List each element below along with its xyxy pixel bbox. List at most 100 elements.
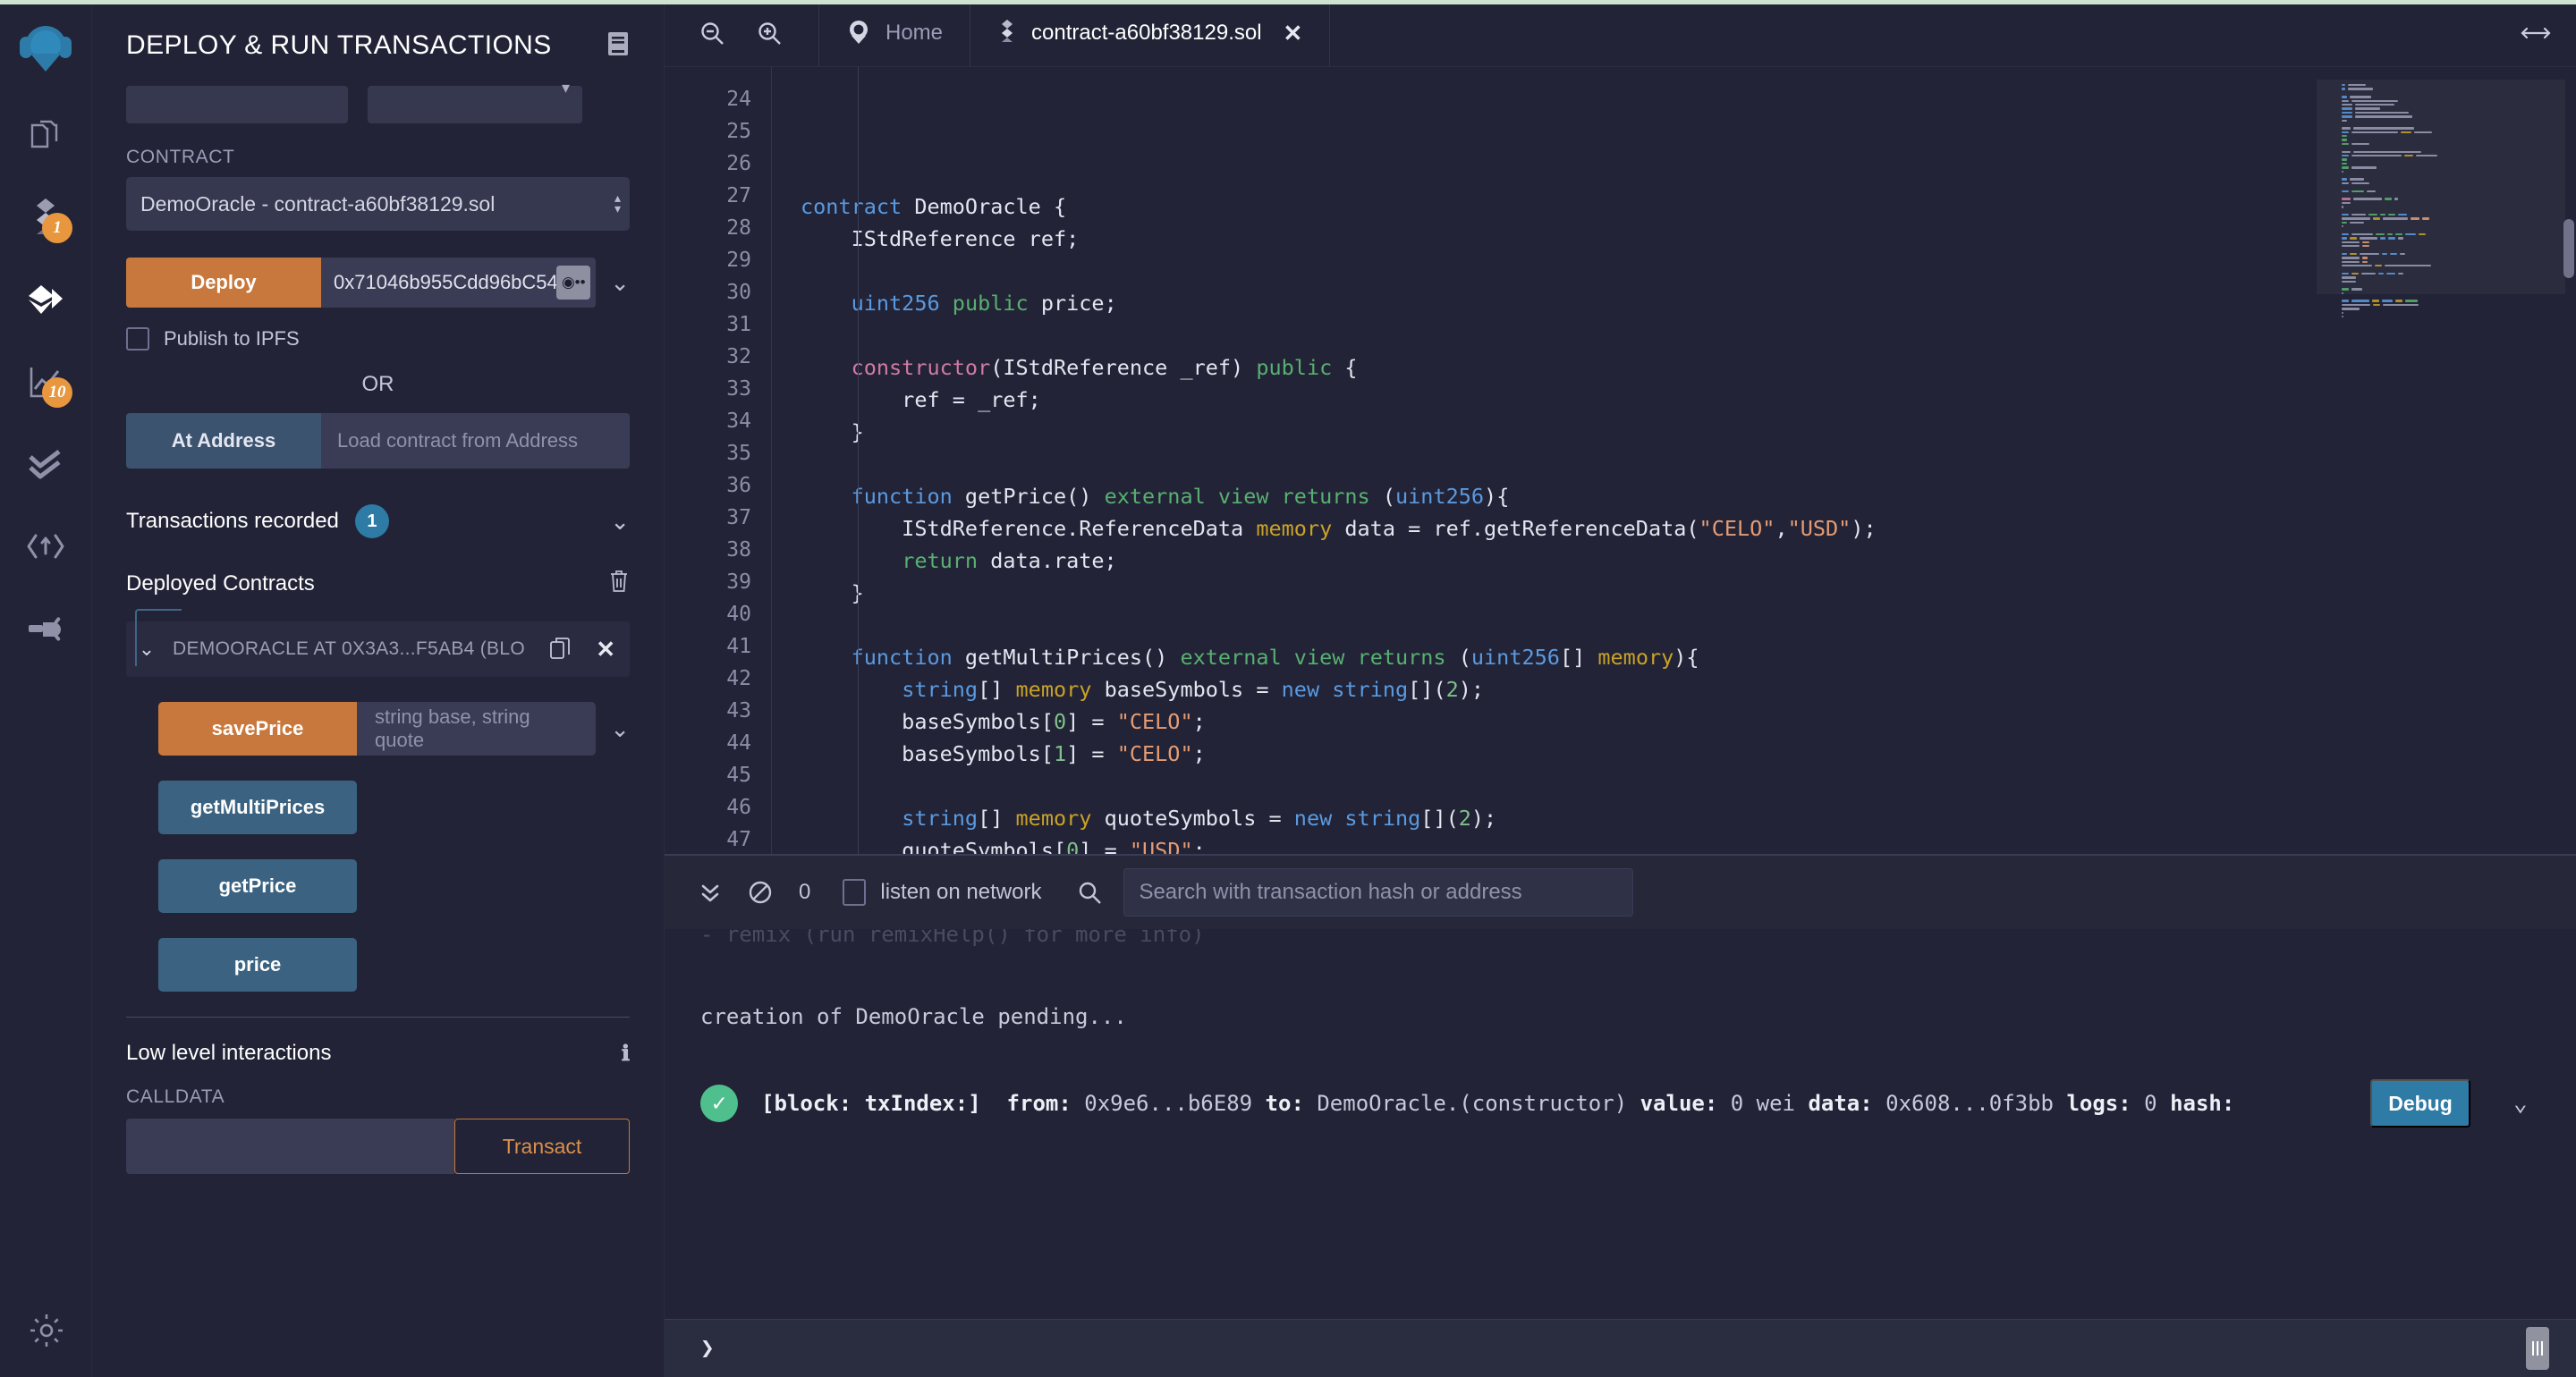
tabbar-spacer: [1330, 0, 2496, 66]
tab-home-label: Home: [886, 21, 944, 45]
double-chevron-down-icon[interactable]: [699, 880, 722, 905]
function-input-saveprice[interactable]: string base, string quote: [357, 702, 597, 756]
line-number: 24: [726, 88, 751, 111]
editor-scrollbar[interactable]: [2563, 219, 2574, 278]
expand-horizontal-icon[interactable]: [2496, 0, 2576, 66]
transaction-expand-chevron-down-icon[interactable]: ⌄: [2513, 1090, 2540, 1117]
solidity-compiler-badge: 1: [42, 213, 72, 243]
listen-on-network-checkbox[interactable]: [843, 879, 867, 906]
transactions-recorded-chevron-down-icon[interactable]: ⌄: [610, 508, 630, 536]
terminal-prompt[interactable]: ❯: [665, 1319, 2576, 1377]
function-button-price[interactable]: price: [158, 938, 357, 992]
instance-name: DEMOORACLE AT 0X3A3...F5AB4 (BLO: [173, 638, 525, 659]
prompt-caret-icon: ❯: [700, 1335, 715, 1362]
tab-home[interactable]: Home: [819, 0, 970, 66]
deploy-button[interactable]: Deploy: [126, 258, 321, 308]
sidebar-item-file-explorer[interactable]: [13, 107, 78, 163]
sidebar-item-deploy-run[interactable]: [13, 272, 78, 327]
remix-logo-icon[interactable]: [13, 16, 79, 82]
close-icon[interactable]: ✕: [1284, 20, 1303, 47]
plug-icon: [25, 610, 66, 647]
function-button-getmultiprices[interactable]: getMultiPrices: [158, 781, 357, 834]
page-title: DEPLOY & RUN TRANSACTIONS: [126, 30, 552, 60]
function-button-saveprice[interactable]: savePrice: [158, 702, 357, 756]
transact-button[interactable]: Transact: [454, 1119, 630, 1174]
sidebar-item-settings[interactable]: [0, 1312, 92, 1354]
code-line: }: [801, 419, 864, 444]
sidebar-item-debugger[interactable]: [13, 519, 78, 574]
line-number: 30: [726, 281, 751, 304]
terminal-resize-grip[interactable]: [2526, 1327, 2549, 1370]
address-overflow-chip: ◉••: [556, 266, 591, 300]
terminal-pending-count: 0: [799, 880, 811, 904]
deployed-contracts-label: Deployed Contracts: [126, 570, 315, 596]
sidebar-item-solidity-analyzers[interactable]: 10: [13, 354, 78, 410]
line-number: 46: [726, 796, 751, 819]
book-icon[interactable]: [606, 30, 630, 62]
low-level-header: Low level interactions ℹ: [126, 1041, 630, 1067]
calldata-label: CALLDATA: [126, 1086, 225, 1107]
deploy-run-panel: DEPLOY & RUN TRANSACTIONS ▾ CONTRACT Dem…: [92, 0, 665, 1377]
partial-selects-row: ▾: [92, 79, 664, 123]
code-editor[interactable]: 24 25 26 27 28 29 30 31 32 33 34 35 36 37 38 39 40 41 42 43…: [665, 67, 2576, 854]
transactions-recorded-label: Transactions recorded: [126, 509, 339, 533]
search-icon[interactable]: [1077, 880, 1102, 905]
code-line: quoteSymbols[0] = "USD";: [801, 838, 1206, 854]
line-number: 26: [726, 152, 751, 175]
sidebar-item-unit-testing[interactable]: [13, 436, 78, 492]
main-area: Home contract-a60bf38129.sol ✕ 24 25 26 …: [665, 0, 2576, 1377]
minimap-line: [2342, 315, 2556, 318]
solidity-analyzers-badge: 10: [42, 377, 72, 408]
function-button-getprice[interactable]: getPrice: [158, 859, 357, 913]
zoom-in-icon[interactable]: [756, 20, 783, 46]
terminal-toolbar: 0 listen on network Search with transact…: [665, 856, 2576, 929]
calldata-input[interactable]: [126, 1119, 454, 1174]
remix-home-icon: [846, 18, 871, 49]
listen-on-network-label: listen on network: [880, 880, 1042, 904]
line-number: 44: [726, 731, 751, 755]
terminal-transaction-row[interactable]: ✓ [block: txIndex:] from: 0x9e6...b6E89 …: [700, 1079, 2540, 1128]
line-number: 37: [726, 506, 751, 529]
value-unit-select[interactable]: ▾: [368, 79, 582, 123]
function-row-saveprice: savePrice string base, string quote ⌄: [158, 702, 630, 756]
no-entry-icon[interactable]: [747, 879, 774, 906]
publish-ipfs-checkbox[interactable]: [126, 327, 149, 351]
sidebar-item-solidity-compiler[interactable]: 1: [13, 190, 78, 245]
code-content[interactable]: contract DemoOracle { IStdReference ref;…: [772, 67, 2576, 854]
terminal-search-input[interactable]: Search with transaction hash or address: [1123, 868, 1634, 917]
calldata-row: Transact: [126, 1119, 630, 1174]
line-number: 29: [726, 249, 751, 272]
deploy-address-input[interactable]: 0x71046b955Cdd96bC54a ◉••: [321, 258, 597, 308]
deployed-contract-instance[interactable]: ⌄ DEMOORACLE AT 0X3A3...F5AB4 (BLO ✕: [126, 609, 630, 677]
contract-select[interactable]: DemoOracle - contract-a60bf38129.sol ▴ ▾: [126, 177, 630, 231]
deploy-address-value: 0x71046b955Cdd96bC54a: [334, 271, 570, 293]
contract-functions-list: savePrice string base, string quote ⌄ ge…: [126, 702, 630, 992]
copy-icon[interactable]: [549, 637, 572, 662]
deploy-expand-chevron-down-icon[interactable]: ⌄: [610, 269, 630, 297]
info-icon[interactable]: ℹ: [622, 1041, 630, 1067]
at-address-button[interactable]: At Address: [126, 413, 321, 469]
code-brackets-icon: [25, 530, 66, 562]
line-number: 28: [726, 216, 751, 240]
editor-minimap[interactable]: [2317, 67, 2576, 854]
code-line: ref = _ref;: [801, 387, 1041, 412]
code-line: string[] memory quoteSymbols = new strin…: [902, 806, 1497, 831]
code-line: constructor(IStdReference _ref) public {: [851, 355, 1358, 380]
gas-limit-field[interactable]: [126, 86, 348, 123]
instance-chevron-down-icon[interactable]: ⌄: [131, 638, 162, 661]
terminal-output: - remix (run remixHelp() for more info) …: [665, 929, 2576, 1319]
line-number: 38: [726, 538, 751, 562]
debug-button[interactable]: Debug: [2370, 1079, 2470, 1128]
function-expand-chevron-down-icon[interactable]: ⌄: [610, 715, 630, 743]
transactions-recorded-row[interactable]: Transactions recorded 1 ⌄: [126, 504, 630, 538]
trash-icon[interactable]: [608, 569, 630, 598]
tab-contract-file[interactable]: contract-a60bf38129.sol ✕: [970, 0, 1329, 66]
close-icon[interactable]: ✕: [596, 636, 615, 663]
zoom-out-icon[interactable]: [699, 20, 725, 46]
sidebar-item-plugin-manager[interactable]: [13, 601, 78, 656]
code-line: return data.rate;: [902, 548, 1117, 573]
at-address-input[interactable]: Load contract from Address: [321, 413, 630, 469]
publish-ipfs-row[interactable]: Publish to IPFS: [126, 327, 630, 351]
